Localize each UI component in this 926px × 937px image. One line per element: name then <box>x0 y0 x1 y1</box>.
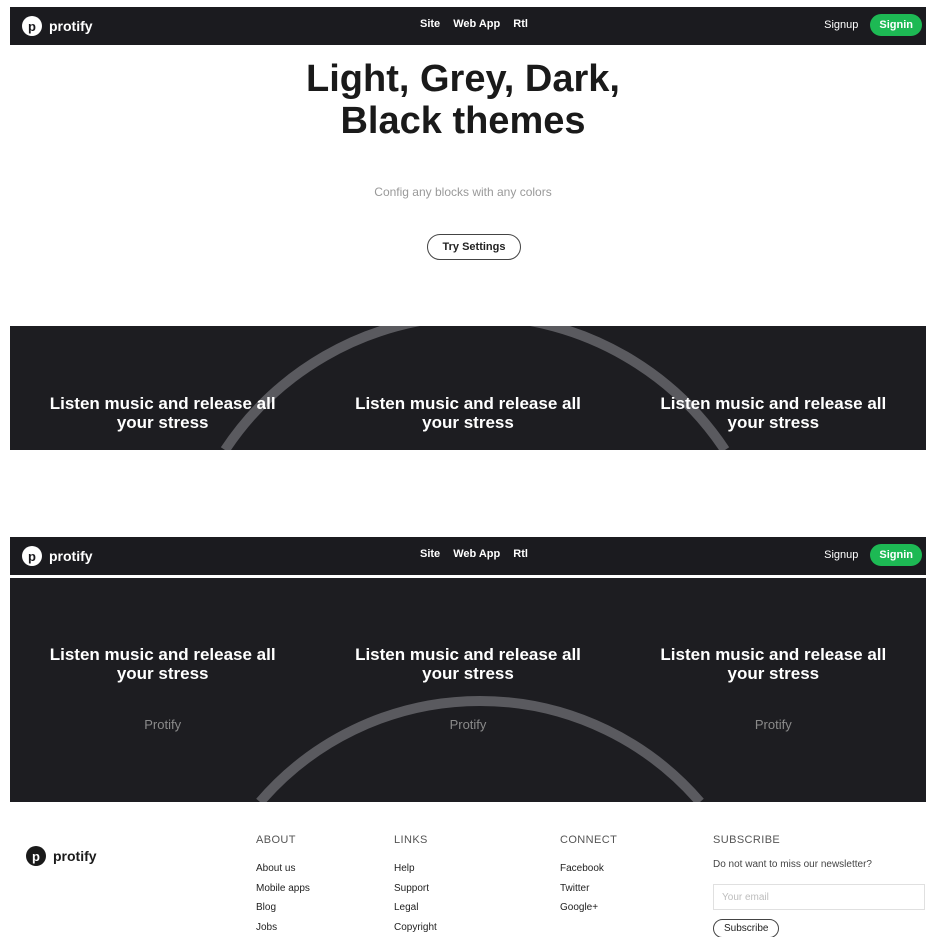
feature-card: Listen music and release all your stress <box>10 394 315 432</box>
nav-links: Site Web App Rtl <box>420 548 528 560</box>
feature-card-title: Listen music and release all your stress <box>621 645 926 683</box>
footer-link-blog[interactable]: Blog <box>256 898 310 918</box>
footer-brand-name: protify <box>53 848 97 864</box>
footer-link-help[interactable]: Help <box>394 859 437 879</box>
feature-cards-top: Listen music and release all your stress… <box>10 394 926 432</box>
footer-link-jobs[interactable]: Jobs <box>256 918 310 937</box>
nav-link-web-app[interactable]: Web App <box>453 548 500 560</box>
signin-button[interactable]: Signin <box>870 544 922 566</box>
nav-link-rtl[interactable]: Rtl <box>513 548 528 560</box>
footer: p protify ABOUT About us Mobile apps Blo… <box>10 802 926 937</box>
feature-card-title-line-1: Listen music and release all <box>660 645 887 664</box>
footer-link-support[interactable]: Support <box>394 879 437 899</box>
dark-feature-band-top: Listen music and release all your stress… <box>10 326 926 450</box>
protify-logo-icon: p <box>22 546 42 566</box>
footer-link-about-us[interactable]: About us <box>256 859 310 879</box>
feature-card: Listen music and release all your stress… <box>315 645 620 732</box>
brand-logo[interactable]: p protify <box>22 546 93 566</box>
feature-card-title-line-2: your stress <box>727 664 820 683</box>
newsletter-note: Do not want to miss our newsletter? <box>713 859 872 870</box>
nav-links: Site Web App Rtl <box>420 18 528 30</box>
feature-card-title-line-1: Listen music and release all <box>49 394 276 413</box>
top-navbar-dark-theme: p protify Site Web App Rtl Signup Signin <box>10 537 926 575</box>
feature-card-subtitle: Protify <box>449 717 487 732</box>
footer-link-copyright[interactable]: Copyright <box>394 918 437 937</box>
nav-link-web-app[interactable]: Web App <box>453 18 500 30</box>
hero-title-line-1: Light, Grey, Dark, <box>306 58 620 100</box>
subscribe-button[interactable]: Subscribe <box>713 919 780 937</box>
protify-logo-icon: p <box>26 846 46 866</box>
nav-link-site[interactable]: Site <box>420 18 440 30</box>
top-navbar: p protify Site Web App Rtl Signup Signin <box>10 7 926 45</box>
brand-logo[interactable]: p protify <box>22 16 93 36</box>
feature-card-title-line-2: your stress <box>727 413 820 432</box>
footer-heading-about: ABOUT <box>256 834 296 846</box>
feature-card-title-line-1: Listen music and release all <box>355 645 581 664</box>
feature-card-title-line-2: your stress <box>116 413 209 432</box>
dark-feature-band-bottom: Listen music and release all your stress… <box>10 578 926 802</box>
feature-card-title: Listen music and release all your stress <box>315 645 620 683</box>
nav-auth: Signup Signin <box>824 14 922 36</box>
feature-card-title: Listen music and release all your stress <box>10 645 315 683</box>
feature-card-title-line-1: Listen music and release all <box>355 394 581 413</box>
footer-link-twitter[interactable]: Twitter <box>560 879 617 899</box>
hero-title-line-2: Black themes <box>340 100 586 142</box>
brand-name: protify <box>49 18 93 34</box>
feature-cards-bottom: Listen music and release all your stress… <box>10 645 926 732</box>
feature-card-title-line-1: Listen music and release all <box>660 394 887 413</box>
feature-card-title: Listen music and release all your stress <box>315 394 620 432</box>
footer-heading-connect: CONNECT <box>560 834 618 846</box>
signup-link[interactable]: Signup <box>824 19 858 31</box>
protify-logo-icon: p <box>22 16 42 36</box>
footer-brand-logo[interactable]: p protify <box>26 846 97 866</box>
nav-link-site[interactable]: Site <box>420 548 440 560</box>
hero-title: Light, Grey, Dark, Black themes <box>0 58 926 142</box>
signup-link[interactable]: Signup <box>824 549 858 561</box>
footer-col-subscribe: SUBSCRIBE Do not want to miss our newsle… <box>713 834 925 937</box>
feature-card-title: Listen music and release all your stress <box>10 394 315 432</box>
feature-card: Listen music and release all your stress <box>315 394 620 432</box>
hero-subtitle: Config any blocks with any colors <box>374 185 552 199</box>
brand-name: protify <box>49 548 93 564</box>
feature-card-title-line-1: Listen music and release all <box>49 645 276 664</box>
footer-link-facebook[interactable]: Facebook <box>560 859 617 879</box>
feature-card-subtitle: Protify <box>754 717 792 732</box>
feature-card-title-line-2: your stress <box>422 413 514 432</box>
nav-link-rtl[interactable]: Rtl <box>513 18 528 30</box>
try-settings-button[interactable]: Try Settings <box>427 234 521 260</box>
footer-link-mobile-apps[interactable]: Mobile apps <box>256 879 310 899</box>
nav-auth: Signup Signin <box>824 544 922 566</box>
footer-col-links: LINKS Help Support Legal Copyright <box>394 834 437 937</box>
feature-card-title-line-2: your stress <box>422 664 514 683</box>
feature-card: Listen music and release all your stress <box>621 394 926 432</box>
email-input[interactable] <box>713 884 925 910</box>
feature-card-subtitle: Protify <box>144 717 182 732</box>
footer-col-about: ABOUT About us Mobile apps Blog Jobs <box>256 834 310 937</box>
footer-heading-links: LINKS <box>394 834 428 846</box>
feature-card: Listen music and release all your stress… <box>10 645 315 732</box>
feature-card-title-line-2: your stress <box>116 664 209 683</box>
feature-card-title: Listen music and release all your stress <box>621 394 926 432</box>
footer-col-connect: CONNECT Facebook Twitter Google+ <box>560 834 617 918</box>
feature-card: Listen music and release all your stress… <box>621 645 926 732</box>
footer-link-google-plus[interactable]: Google+ <box>560 898 617 918</box>
footer-link-legal[interactable]: Legal <box>394 898 437 918</box>
signin-button[interactable]: Signin <box>870 14 922 36</box>
footer-heading-subscribe: SUBSCRIBE <box>713 834 781 846</box>
